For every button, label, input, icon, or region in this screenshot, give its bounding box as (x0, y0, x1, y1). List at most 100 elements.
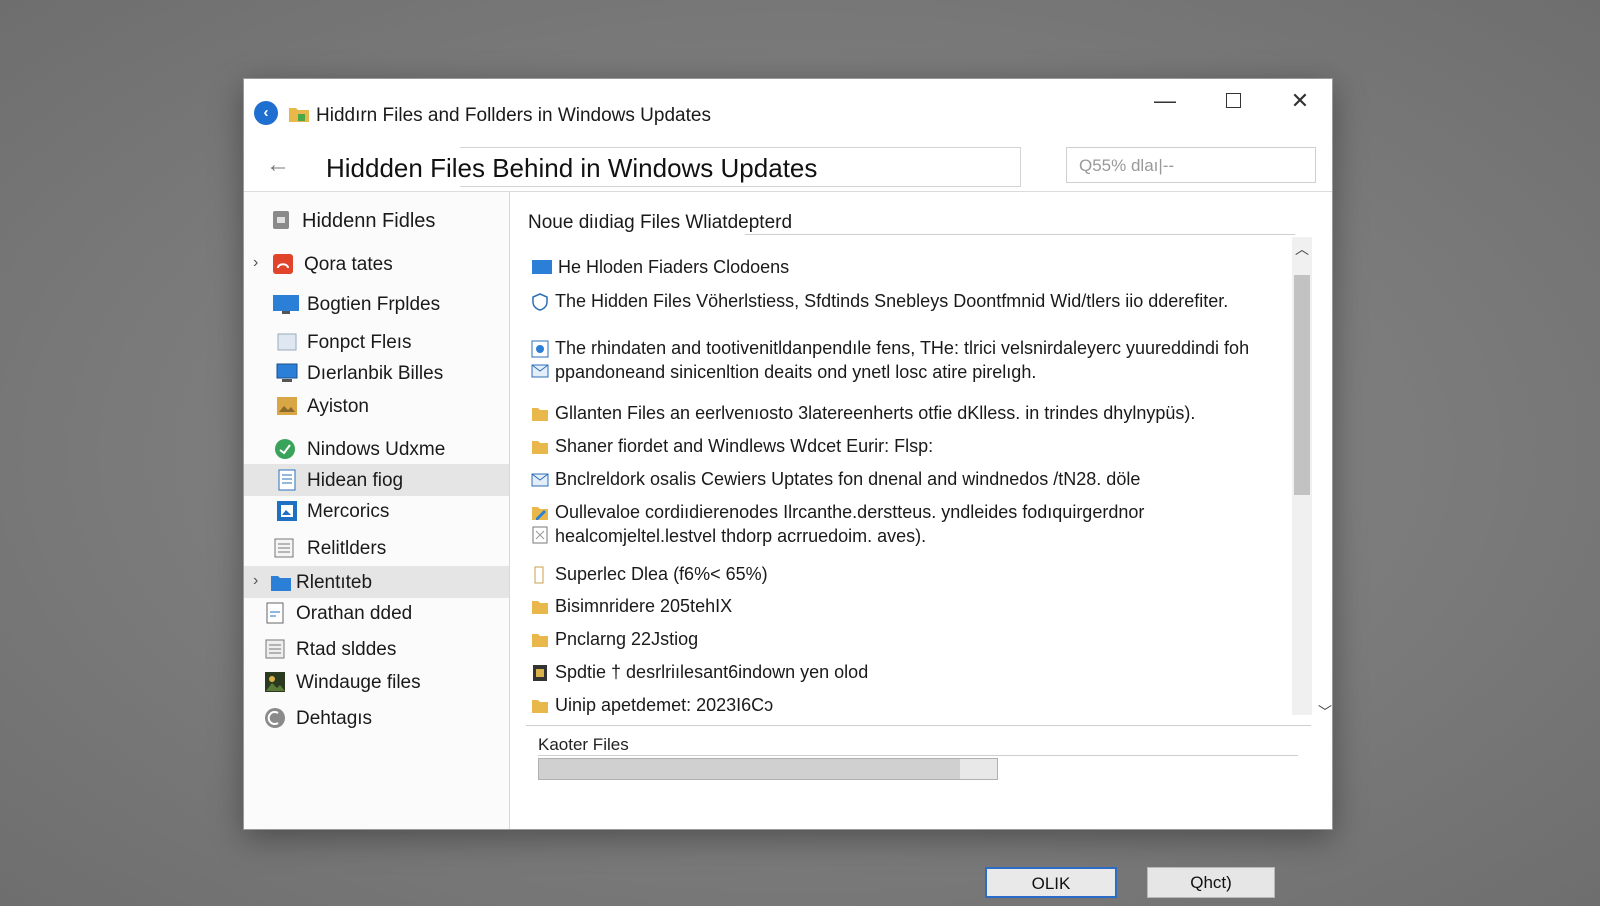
title-bar: ‹ Hiddırn Files and Follders in Windows … (244, 79, 1332, 137)
scroll-up-icon[interactable]: ︿ (1292, 239, 1312, 259)
sidebar-item-label: Rtad slddes (296, 639, 397, 660)
sidebar-item-label: Rlentıteb (296, 572, 373, 593)
back-arrow-icon[interactable]: ← (266, 151, 290, 179)
sidebar-item-label: Fonpct Fleıs (307, 332, 412, 353)
maximize-icon (1225, 93, 1241, 109)
pencil-folder-icon (532, 507, 548, 520)
divider (538, 755, 1298, 756)
sidebar-item[interactable]: Mercorics (244, 495, 509, 527)
sidebar-item-label: Relitlders (307, 538, 387, 559)
folder-icon (532, 441, 548, 454)
mail-icon (531, 364, 549, 378)
file-list-pane: Noue diıdiag Files Wliatdepterd He Hlode… (510, 192, 1332, 829)
sidebar-item-label: Bogtien Frpldes (307, 294, 441, 315)
explorer-window: ‹ Hiddırn Files and Follders in Windows … (243, 78, 1333, 898)
sidebar-item-selected[interactable]: › Rlentıteb (244, 566, 509, 598)
mail-icon (531, 473, 549, 487)
window-icon (277, 333, 297, 351)
chevron-right-icon[interactable]: › (253, 572, 258, 590)
green-globe-icon (275, 439, 295, 459)
sidebar-item-label: Dıerlanbik Billes (307, 363, 444, 384)
vertical-scrollbar[interactable]: ︿ (1292, 237, 1312, 715)
sidebar-item[interactable]: Ayiston (244, 390, 509, 422)
photo-icon (265, 672, 285, 692)
sidebar-item-label: Orathan dded (296, 603, 413, 624)
window-title: Hiddırn Files and Follders in Windows Up… (316, 105, 711, 126)
list-item-label: Superlec Dlea (f6%< 65%) (555, 564, 768, 584)
list-item-label: Pnclarng 22Jstiog (555, 629, 699, 649)
sidebar-item[interactable]: Orathan dded (244, 597, 509, 629)
cancel-button[interactable]: Qhct) (1147, 867, 1275, 898)
maximize-button[interactable] (1213, 87, 1253, 115)
shield-icon (532, 293, 548, 311)
sidebar-item[interactable]: Relitlders (244, 532, 509, 564)
folder-icon (289, 108, 309, 122)
list-item-label: The rhindaten and tootivenitldanpendıle … (555, 338, 1250, 358)
blank-file-icon (532, 526, 548, 544)
folder-icon (532, 700, 548, 713)
sidebar-item[interactable]: › Qora tates (244, 248, 509, 280)
picture-folder-icon (277, 397, 297, 415)
desktop-icon (276, 363, 298, 382)
list-item-label: Uinip apetdemet: 2023I6Cɔ (555, 695, 774, 715)
list-item-label: Spdtie † desrlriılesant6indown yen olod (555, 662, 869, 682)
sidebar-item-selected[interactable]: Hidean fiog (244, 464, 509, 496)
sidebar-item[interactable]: Bogtien Frpldes (244, 288, 509, 320)
settings-circle-icon (265, 708, 285, 728)
folder-icon (532, 601, 548, 614)
chevron-right-icon[interactable]: › (253, 254, 258, 272)
navigation-pane: Hiddenn Fidles › Qora tates Bogtien Frpl… (244, 192, 510, 829)
list-item-label: Bisimnridere 205tehIX (555, 596, 733, 616)
back-circle-icon[interactable]: ‹ (254, 101, 278, 125)
footer-label: Kaoter Files (538, 735, 629, 754)
pane-heading: Noue diıdiag Files Wliatdepterd (528, 212, 793, 233)
sidebar-item[interactable]: Windauge files (244, 666, 509, 698)
drive-icon (273, 211, 289, 229)
sidebar-item-label: Hidean fiog (307, 470, 404, 491)
monitor-icon (273, 295, 299, 314)
list-icon (265, 639, 285, 659)
list-item-label: Oullevaloe cordiıdierenodes Ilrcanthe.de… (555, 502, 1145, 522)
sidebar-item[interactable]: Rtad slddes (244, 633, 509, 665)
progress-fill (539, 759, 961, 779)
sidebar-item[interactable]: Dehtagıs (244, 702, 509, 734)
blue-folder-icon (271, 576, 291, 591)
file-list: He Hloden Fiaders Clodoens The Hidden Fi… (526, 237, 1311, 726)
sidebar-item[interactable]: Fonpct Fleıs (244, 326, 509, 358)
notepad-icon (274, 538, 294, 558)
list-item-label: He Hloden Fiaders Clodoens (558, 257, 790, 277)
folder-icon (532, 408, 548, 421)
close-button[interactable]: ✕ (1280, 87, 1320, 115)
list-item-label-line2: ppandoneand sinicenltion deaits ond ynet… (555, 362, 1037, 382)
sidebar-item-label: Dehtagıs (296, 708, 373, 729)
sidebar-item[interactable]: Hiddenn Fidles (244, 204, 509, 236)
document-icon (278, 469, 296, 491)
list-item-label: Bnclreldork osalis Cewiers Uptates fon d… (555, 469, 1141, 489)
sidebar-item-label: Mercorics (307, 501, 390, 522)
scroll-down-icon[interactable]: ﹀ (1318, 702, 1332, 722)
progress-bar (538, 758, 998, 780)
sidebar-item-label: Ayiston (307, 396, 369, 417)
sidebar-item-label: Nindows Udxme (307, 439, 446, 460)
image-icon (277, 501, 297, 521)
minimize-button[interactable]: — (1145, 87, 1185, 115)
monitor-icon (532, 260, 552, 274)
dark-file-icon (533, 665, 547, 681)
folder-icon (532, 634, 548, 647)
ok-button[interactable]: OLIK (985, 867, 1117, 898)
sidebar-item-label: Hiddenn Fidles (302, 210, 436, 232)
settings-doc-icon (531, 340, 549, 358)
sidebar-item[interactable]: Dıerlanbik Billes (244, 357, 509, 389)
search-input[interactable]: Q55% dlaı|-- (1066, 147, 1316, 183)
page-icon (266, 602, 284, 624)
address-path: Hiddden Files Behind in Windows Updates (326, 153, 818, 183)
list-item-label-line2: healcomjeltel.lestvel thdorp acrruedoim.… (555, 526, 927, 546)
sidebar-item-label: Qora tates (304, 254, 393, 275)
list-item-label: Shaner fiordet and Windlews Wdcet Eurir:… (555, 436, 934, 456)
sidebar-item[interactable]: Nindows Udxme (244, 433, 509, 465)
list-item-label: Gllanten Files an eerlvenıosto 3latereen… (555, 403, 1196, 423)
blank-file-icon (534, 566, 544, 584)
list-item-label: The Hidden Files Vöherlstiess, Sfdtinds … (555, 291, 1229, 311)
sidebar-item-label: Windauge files (296, 672, 421, 693)
scroll-thumb[interactable] (1294, 275, 1310, 495)
